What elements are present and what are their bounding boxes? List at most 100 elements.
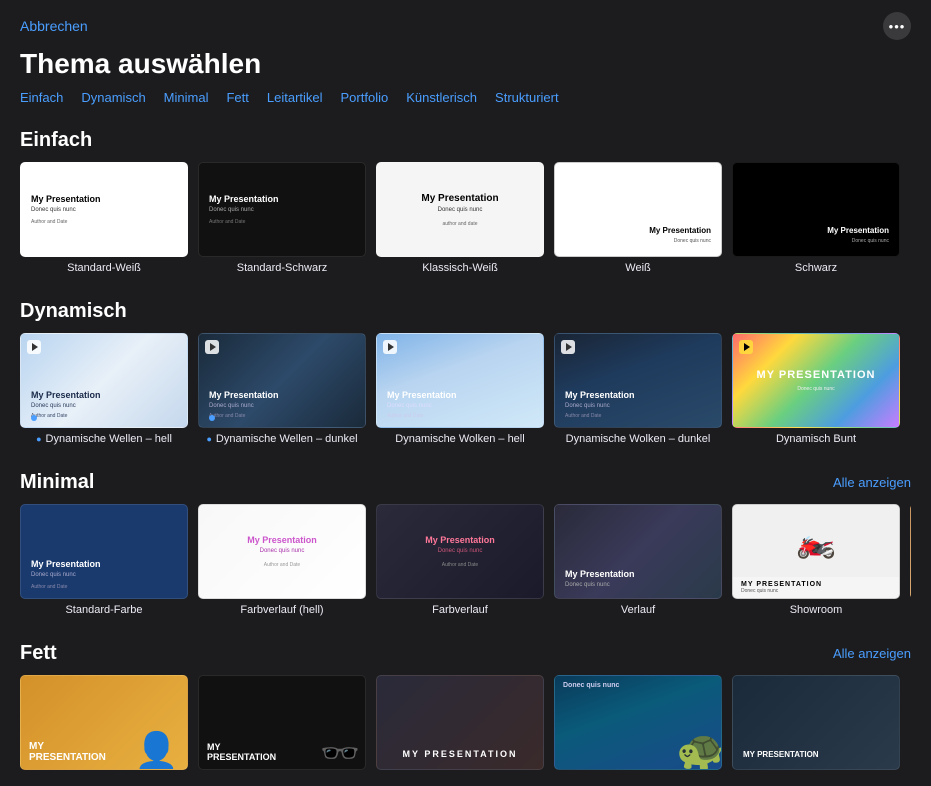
template-dyn-cloud-dark[interactable]: My Presentation Donec quis nunc Author a…: [554, 333, 722, 445]
play-icon: [27, 340, 41, 354]
dot-indicator: [209, 415, 215, 421]
section-minimal: Minimal Alle anzeigen My Presentation Do…: [0, 461, 931, 632]
template-showroom[interactable]: 🏍️ MY PRESENTATION Donec quis nunc Showr…: [732, 504, 900, 616]
template-thumb-standard-weiss: My Presentation Donec quis nunc Author a…: [20, 162, 188, 257]
template-dyn-wave-dark[interactable]: My Presentation Donec quis nunc Author a…: [198, 333, 366, 445]
dot-indicator: [31, 415, 37, 421]
template-thumb-klassisch-weiss: My Presentation Donec quis nunc author a…: [376, 162, 544, 257]
filter-tab-fett[interactable]: Fett: [226, 90, 248, 105]
template-thumb-fett-3: MY PRESENTATION: [376, 675, 544, 770]
template-thumb-min-gradient: My Presentation Donec quis nunc Author a…: [376, 504, 544, 599]
template-fett-4[interactable]: Donec quis nunc 🐢: [554, 675, 722, 770]
show-all-fett-button[interactable]: Alle anzeigen: [833, 646, 911, 661]
play-icon: [739, 340, 753, 354]
template-standard-weiss[interactable]: My Presentation Donec quis nunc Author a…: [20, 162, 188, 274]
section-fett: Fett Alle anzeigen MYPRESENTATION 👤 MYPR…: [0, 632, 931, 786]
section-header-einfach: Einfach: [20, 129, 911, 152]
template-fett-1[interactable]: MYPRESENTATION 👤: [20, 675, 188, 770]
template-label-schwarz: Schwarz: [795, 262, 837, 274]
template-thumb-fett-2: MYPRESENTATION 🕶️: [198, 675, 366, 770]
template-thumb-showroom: 🏍️ MY PRESENTATION Donec quis nunc: [732, 504, 900, 599]
person-figure: 👤: [134, 733, 179, 769]
template-dyn-cloud-light[interactable]: My Presentation Donec quis nunc Author a…: [376, 333, 544, 445]
template-fett-3[interactable]: MY PRESENTATION: [376, 675, 544, 770]
template-label-weiss: Weiß: [625, 262, 650, 274]
section-header-dynamisch: Dynamisch: [20, 300, 911, 323]
template-fett-2[interactable]: MYPRESENTATION 🕶️: [198, 675, 366, 770]
template-thumb-standard-schwarz: My Presentation Donec quis nunc Author a…: [198, 162, 366, 257]
template-label-showroom: Showroom: [790, 604, 843, 616]
thumb-subtitle: Donec quis nunc: [852, 238, 889, 244]
section-einfach: Einfach My Presentation Donec quis nunc …: [0, 119, 931, 290]
section-title-einfach: Einfach: [20, 129, 92, 152]
template-label-dyn-cloud-dark: Dynamische Wolken – dunkel: [566, 433, 711, 445]
template-fett-5[interactable]: MY PRESENTATION: [732, 675, 900, 770]
template-label-min-verlauf: Verlauf: [621, 604, 655, 616]
cancel-button[interactable]: Abbrechen: [20, 18, 88, 34]
template-thumb-partial: [910, 504, 911, 599]
sunglasses-person-figure: 🕶️: [320, 737, 360, 769]
thumb-title: My Presentation: [209, 194, 355, 205]
template-dyn-wave-light[interactable]: My Presentation Donec quis nunc Author a…: [20, 333, 188, 445]
template-label-dyn-wave-dark: ●Dynamische Wellen – dunkel: [206, 433, 357, 445]
template-weiss[interactable]: My Presentation Donec quis nunc Weiß: [554, 162, 722, 274]
thumb-author: author and date: [442, 221, 477, 227]
template-label-dyn-cloud-light: Dynamische Wolken – hell: [395, 433, 524, 445]
template-min-standard[interactable]: My Presentation Donec quis nunc Author a…: [20, 504, 188, 616]
template-thumb-min-standard: My Presentation Donec quis nunc Author a…: [20, 504, 188, 599]
template-label-dyn-wave-light: ●Dynamische Wellen – hell: [36, 433, 172, 445]
template-min-gradient[interactable]: My Presentation Donec quis nunc Author a…: [376, 504, 544, 616]
template-thumb-schwarz: My Presentation Donec quis nunc: [732, 162, 900, 257]
play-icon: [383, 340, 397, 354]
template-label-klassisch-weiss: Klassisch-Weiß: [422, 262, 498, 274]
thumb-subtitle: Donec quis nunc: [674, 238, 711, 244]
template-partial-extra[interactable]: [910, 504, 911, 616]
template-standard-schwarz[interactable]: My Presentation Donec quis nunc Author a…: [198, 162, 366, 274]
templates-row-fett: MYPRESENTATION 👤 MYPRESENTATION 🕶️ MY PR…: [20, 675, 911, 770]
thumb-title: My Presentation: [421, 193, 498, 205]
filter-tab-kuenstlerisch[interactable]: Künstlerisch: [406, 90, 477, 105]
template-thumb-fett-5: MY PRESENTATION: [732, 675, 900, 770]
section-header-fett: Fett Alle anzeigen: [20, 642, 911, 665]
filter-tab-strukturiert[interactable]: Strukturiert: [495, 90, 559, 105]
filter-tab-minimal[interactable]: Minimal: [164, 90, 209, 105]
page-title: Thema auswählen: [0, 48, 931, 90]
thumb-title: My Presentation: [649, 226, 711, 236]
more-icon: •••: [889, 19, 906, 34]
template-min-verlauf[interactable]: My Presentation Donec quis nunc Verlauf: [554, 504, 722, 616]
section-title-dynamisch: Dynamisch: [20, 300, 127, 323]
template-thumb-dyn-cloud-dark: My Presentation Donec quis nunc Author a…: [554, 333, 722, 428]
template-min-gradient-light[interactable]: My Presentation Donec quis nunc Author a…: [198, 504, 366, 616]
template-thumb-dyn-wave-light: My Presentation Donec quis nunc Author a…: [20, 333, 188, 428]
template-thumb-dyn-cloud-light: My Presentation Donec quis nunc Author a…: [376, 333, 544, 428]
filter-tab-dynamisch[interactable]: Dynamisch: [81, 90, 145, 105]
template-thumb-dyn-wave-dark: My Presentation Donec quis nunc Author a…: [198, 333, 366, 428]
thumb-author: Author and Date: [209, 219, 355, 225]
template-label-dyn-colorful: Dynamisch Bunt: [776, 433, 856, 445]
template-thumb-weiss: My Presentation Donec quis nunc: [554, 162, 722, 257]
turtle-icon: 🐢: [676, 727, 722, 770]
play-icon: [205, 340, 219, 354]
template-thumb-fett-1: MYPRESENTATION 👤: [20, 675, 188, 770]
template-dyn-colorful[interactable]: MY PRESENTATION Donec quis nunc Dynamisc…: [732, 333, 900, 445]
thumb-author: Author and Date: [31, 219, 177, 225]
templates-row-minimal: My Presentation Donec quis nunc Author a…: [20, 504, 911, 616]
template-schwarz[interactable]: My Presentation Donec quis nunc Schwarz: [732, 162, 900, 274]
template-thumb-dyn-colorful: MY PRESENTATION Donec quis nunc: [732, 333, 900, 428]
template-thumb-min-verlauf: My Presentation Donec quis nunc: [554, 504, 722, 599]
more-options-button[interactable]: •••: [883, 12, 911, 40]
filter-tab-portfolio[interactable]: Portfolio: [341, 90, 389, 105]
filter-tab-einfach[interactable]: Einfach: [20, 90, 63, 105]
thumb-subtitle: Donec quis nunc: [438, 207, 483, 213]
template-label-standard-schwarz: Standard-Schwarz: [237, 262, 328, 274]
template-klassisch-weiss[interactable]: My Presentation Donec quis nunc author a…: [376, 162, 544, 274]
template-thumb-min-gradient-light: My Presentation Donec quis nunc Author a…: [198, 504, 366, 599]
template-label-min-gradient: Farbverlauf: [432, 604, 488, 616]
filter-tab-leitartikel[interactable]: Leitartikel: [267, 90, 323, 105]
show-all-minimal-button[interactable]: Alle anzeigen: [833, 475, 911, 490]
template-label-min-gradient-light: Farbverlauf (hell): [240, 604, 323, 616]
top-bar: Abbrechen •••: [0, 0, 931, 48]
thumb-subtitle: Donec quis nunc: [31, 207, 177, 213]
play-icon: [561, 340, 575, 354]
section-dynamisch: Dynamisch My Presentation Donec quis nun…: [0, 290, 931, 461]
